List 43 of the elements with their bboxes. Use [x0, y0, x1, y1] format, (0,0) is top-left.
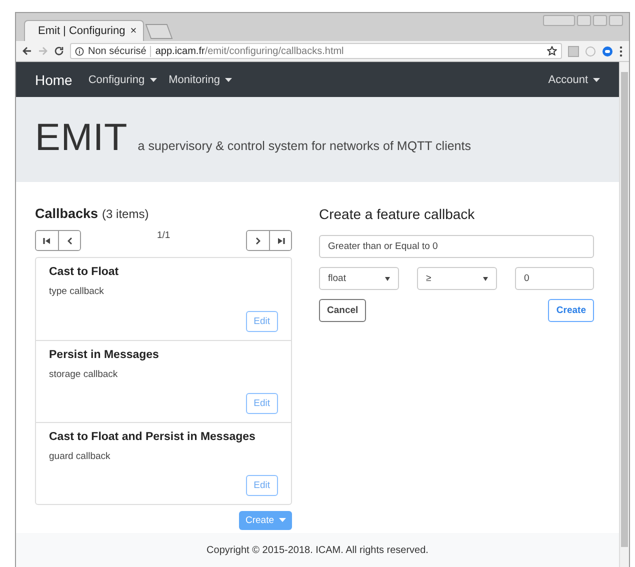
value-field[interactable]: 0 — [515, 267, 594, 290]
page-indicator: 1/1 — [157, 230, 170, 241]
nav-menu[interactable]: Configuring — [88, 74, 157, 86]
submit-button[interactable]: Create — [548, 299, 594, 322]
copyright-text: Copyright © 2015-2018. ICAM. All rights reserved. — [206, 544, 428, 556]
next-page-icon — [254, 236, 262, 244]
info-icon — [75, 46, 84, 56]
extension-icon[interactable] — [602, 46, 613, 56]
type-select[interactable]: float — [319, 267, 399, 290]
item-count: (3 items) — [102, 207, 149, 221]
callback-name: Cast to Float — [49, 266, 120, 278]
first-page-icon — [43, 236, 51, 244]
account-menu[interactable]: Account — [548, 74, 600, 86]
scrollbar[interactable] — [619, 62, 629, 567]
nav-menu[interactable]: Monitoring — [168, 74, 232, 86]
app-title: EMIT — [35, 117, 128, 160]
previous-page-icon — [66, 236, 74, 244]
reload-icon[interactable] — [54, 46, 64, 56]
star-icon[interactable] — [547, 46, 557, 56]
last-page-icon — [276, 236, 284, 244]
url-text: app.icam.fr/emit/configuring/callbacks.html — [155, 46, 344, 56]
name-field[interactable]: Greater than or Equal to 0 — [319, 235, 594, 258]
last-page-button[interactable] — [269, 231, 291, 250]
close-tab-button[interactable]: × — [130, 25, 137, 37]
callback-type: type callback — [49, 286, 105, 297]
operator-select[interactable]: ≥ — [417, 267, 497, 290]
address-bar[interactable]: Non sécurisé app.icam.fr/emit/configuring/callbacks.html — [70, 43, 562, 59]
app-tagline: a supervisory & control system for networks of MQTT clients — [138, 139, 471, 153]
caret-icon — [385, 276, 390, 280]
home-link[interactable]: Home — [35, 72, 72, 88]
previous-page-button[interactable] — [58, 231, 80, 250]
callback-type: guard callback — [49, 451, 112, 462]
callback-type: storage callback — [49, 369, 119, 380]
callback-name: Cast to Float and Persist in Messages — [49, 431, 256, 443]
caret-icon — [483, 276, 488, 280]
menu-icon[interactable] — [619, 46, 623, 56]
browser-tab[interactable]: Emit | Configuring × — [24, 20, 144, 41]
back-icon[interactable] — [22, 46, 32, 56]
list-title: Callbacks — [35, 206, 98, 221]
cancel-button[interactable]: Cancel — [319, 299, 366, 322]
form-title: Create a feature callback — [319, 206, 476, 222]
callback-name: Persist in Messages — [49, 349, 160, 361]
security-label: Non sécurisé — [88, 46, 152, 56]
